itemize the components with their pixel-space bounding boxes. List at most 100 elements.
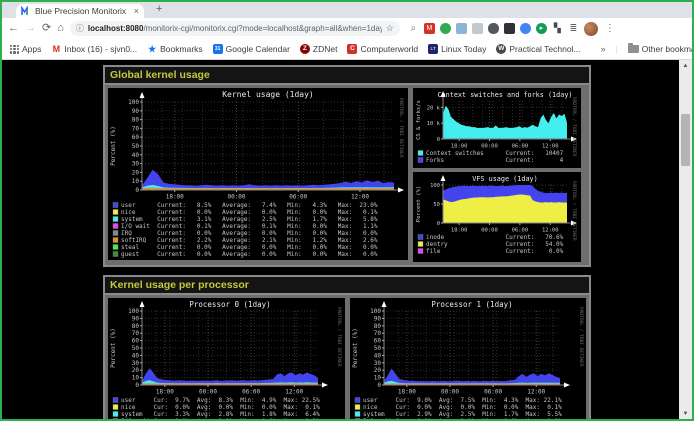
extensions-row: ⌕ M ▸ ▚ ≣ ⋮	[408, 22, 617, 36]
glasses-extension-icon[interactable]	[488, 23, 499, 34]
vertical-scrollbar[interactable]: ▲ ▼	[679, 60, 692, 419]
svg-text:50: 50	[132, 345, 140, 352]
svg-text:60: 60	[132, 134, 140, 141]
bookmark-zdnet[interactable]: Z ZDNet	[300, 44, 338, 54]
svg-text:100: 100	[370, 308, 381, 315]
svg-text:00:00: 00:00	[481, 228, 498, 234]
svg-text:CS & forks/s: CS & forks/s	[416, 100, 422, 140]
blue-capsule-extension-icon[interactable]	[520, 23, 531, 34]
green-globe-extension-icon[interactable]	[440, 23, 451, 34]
profile-avatar[interactable]	[584, 22, 598, 36]
forward-button[interactable]: →	[25, 23, 36, 34]
svg-text:100: 100	[128, 99, 139, 106]
svg-text:80: 80	[132, 117, 140, 124]
playlist-extension-icon[interactable]: ≣	[568, 23, 579, 34]
svg-text:18:00: 18:00	[451, 144, 468, 150]
svg-text:0: 0	[377, 382, 381, 389]
svg-text:dentry Current:: dentry Current: 54.0%	[426, 241, 564, 248]
bookmark-google-calendar[interactable]: 31 Google Calendar	[213, 44, 290, 54]
star-icon: ★	[147, 44, 157, 54]
home-button[interactable]: ⌂	[57, 23, 64, 34]
svg-text:40: 40	[132, 352, 140, 359]
svg-text:inode Current:: inode Current: 70.6%	[426, 234, 564, 241]
svg-text:12:00: 12:00	[285, 389, 303, 396]
bookmark-bookmarks[interactable]: ★ Bookmarks	[147, 44, 203, 54]
gmail-extension-icon[interactable]: M	[424, 23, 435, 34]
svg-text:0: 0	[437, 221, 440, 227]
folder-icon	[628, 45, 639, 53]
green-circle-extension-icon[interactable]: ▸	[536, 23, 547, 34]
context-switches-forks-graph[interactable]: 010 k20 k18:0000:0006:0012:00Context swi…	[413, 88, 581, 168]
scrollbar-thumb[interactable]	[681, 114, 690, 166]
svg-text:70: 70	[132, 125, 140, 132]
svg-text:I/O wait Cur: 0.1% Avg: 0.1: I/O wait Cur: 0.1% Avg: 0.1% Min: 0.0% M…	[363, 418, 562, 419]
bookmark-linux-today[interactable]: LT Linux Today	[428, 44, 486, 54]
kernel-usage-graph[interactable]: 010203040506070809010018:0000:0006:0012:…	[108, 88, 408, 260]
copy-pages-extension-icon[interactable]	[456, 23, 467, 34]
processor-0-graph[interactable]: 010203040506070809010018:0000:0006:0012:…	[108, 298, 345, 419]
reload-button[interactable]: ⟳	[42, 23, 51, 34]
bookmark-apps[interactable]: Apps	[10, 44, 41, 54]
browser-toolbar: ← → ⟳ ⌂ ⓘ localhost:8080/monitorix-cgi/m…	[2, 18, 692, 39]
svg-text:18:00: 18:00	[451, 228, 468, 234]
processor-1-graph[interactable]: 010203040506070809010018:0000:0006:0012:…	[350, 298, 587, 419]
svg-text:VFS usage (1day): VFS usage (1day)	[472, 175, 537, 183]
svg-text:50: 50	[433, 202, 440, 208]
dark-square-extension-icon[interactable]	[504, 23, 515, 34]
other-bookmarks-button[interactable]: Other bookmarks	[628, 44, 694, 54]
bookmarks-bar: Apps M Inbox (16) - sjvn0... ★ Bookmarks…	[2, 39, 692, 60]
computerworld-icon: C	[347, 44, 357, 54]
svg-text:user Current: 8.5% Av: user Current: 8.5% Average: 7.4% Min: 4.…	[121, 202, 378, 209]
svg-text:nice Cur: 0.0% Avg: 0.0: nice Cur: 0.0% Avg: 0.0% Min: 0.0% Max: …	[363, 404, 562, 411]
bookmarks-separator: |	[616, 44, 618, 54]
svg-text:80: 80	[373, 323, 381, 330]
svg-text:90: 90	[373, 315, 381, 322]
svg-text:70: 70	[373, 330, 381, 337]
apps-grid-icon	[10, 45, 19, 54]
omnibox[interactable]: ⓘ localhost:8080/monitorix-cgi/monitorix…	[70, 21, 400, 36]
svg-text:90: 90	[132, 315, 140, 322]
site-info-icon[interactable]: ⓘ	[76, 23, 84, 34]
svg-text:00:00: 00:00	[227, 194, 245, 201]
svg-text:Processor 0 (1day): Processor 0 (1day)	[189, 300, 270, 309]
monitorix-favicon	[21, 6, 31, 16]
bookmark-computerworld[interactable]: C Computerworld	[347, 44, 418, 54]
tab-close-icon[interactable]: ×	[134, 6, 139, 16]
svg-text:12:00: 12:00	[542, 228, 559, 234]
section-kernel-usage-per-processor: Kernel usage per processor 0102030405060…	[103, 275, 591, 419]
back-button[interactable]: ←	[8, 23, 19, 34]
gray-square-extension-icon[interactable]	[472, 23, 483, 34]
svg-text:100: 100	[430, 183, 440, 189]
search-extension-icon[interactable]: ⌕	[408, 23, 419, 34]
svg-text:Kernel usage (1day): Kernel usage (1day)	[222, 90, 314, 99]
svg-text:Context switches Current:: Context switches Current: 10407	[426, 150, 564, 157]
browser-menu-button[interactable]: ⋮	[603, 23, 617, 34]
svg-text:system Current: 3.1% Av: system Current: 3.1% Average: 2.5% Min: …	[121, 216, 378, 223]
vfs-usage-graph[interactable]: 0 50 100 18:00 00:00 06:00 12:00 VFS usage (1da…	[413, 172, 581, 262]
url-host: localhost:8080	[88, 24, 144, 33]
svg-text:10: 10	[373, 375, 381, 382]
scroll-up-arrow-icon[interactable]: ▲	[679, 60, 692, 71]
new-tab-button[interactable]: +	[152, 3, 166, 15]
svg-text:system Cur: 2.9% Avg: 2.5: system Cur: 2.9% Avg: 2.5% Min: 1.7% Max…	[363, 411, 562, 418]
svg-text:30: 30	[132, 360, 140, 367]
bookmark-inbox[interactable]: M Inbox (16) - sjvn0...	[51, 44, 137, 54]
tab-strip: Blue Precision Monitorix × +	[2, 2, 692, 18]
bookmark-star-icon[interactable]: ☆	[386, 23, 394, 34]
svg-text:RRDTOOL / TOBI OETIKER: RRDTOOL / TOBI OETIKER	[571, 181, 577, 241]
bookmarks-overflow-chevron[interactable]: »	[601, 44, 606, 54]
bookmark-practical-technology[interactable]: W Practical Technol...	[496, 44, 580, 54]
svg-text:06:00: 06:00	[484, 389, 502, 396]
wordpress-icon: W	[496, 44, 506, 54]
svg-text:60: 60	[132, 338, 140, 345]
scroll-down-arrow-icon[interactable]: ▼	[679, 408, 692, 419]
svg-text:00:00: 00:00	[199, 389, 217, 396]
browser-tab[interactable]: Blue Precision Monitorix ×	[16, 4, 144, 18]
svg-text:18:00: 18:00	[397, 389, 415, 396]
svg-text:system Cur: 3.3% Avg: 2.8: system Cur: 3.3% Avg: 2.8% Min: 1.8% Max…	[121, 411, 320, 418]
puzzle-extensions-icon[interactable]: ▚	[552, 23, 563, 34]
svg-text:06:00: 06:00	[512, 228, 529, 234]
svg-text:10: 10	[132, 375, 140, 382]
svg-text:70: 70	[132, 330, 140, 337]
svg-text:IRQ Current: 0.0% Av: IRQ Current: 0.0% Average: 0.0% Min: 0.0…	[121, 230, 378, 237]
